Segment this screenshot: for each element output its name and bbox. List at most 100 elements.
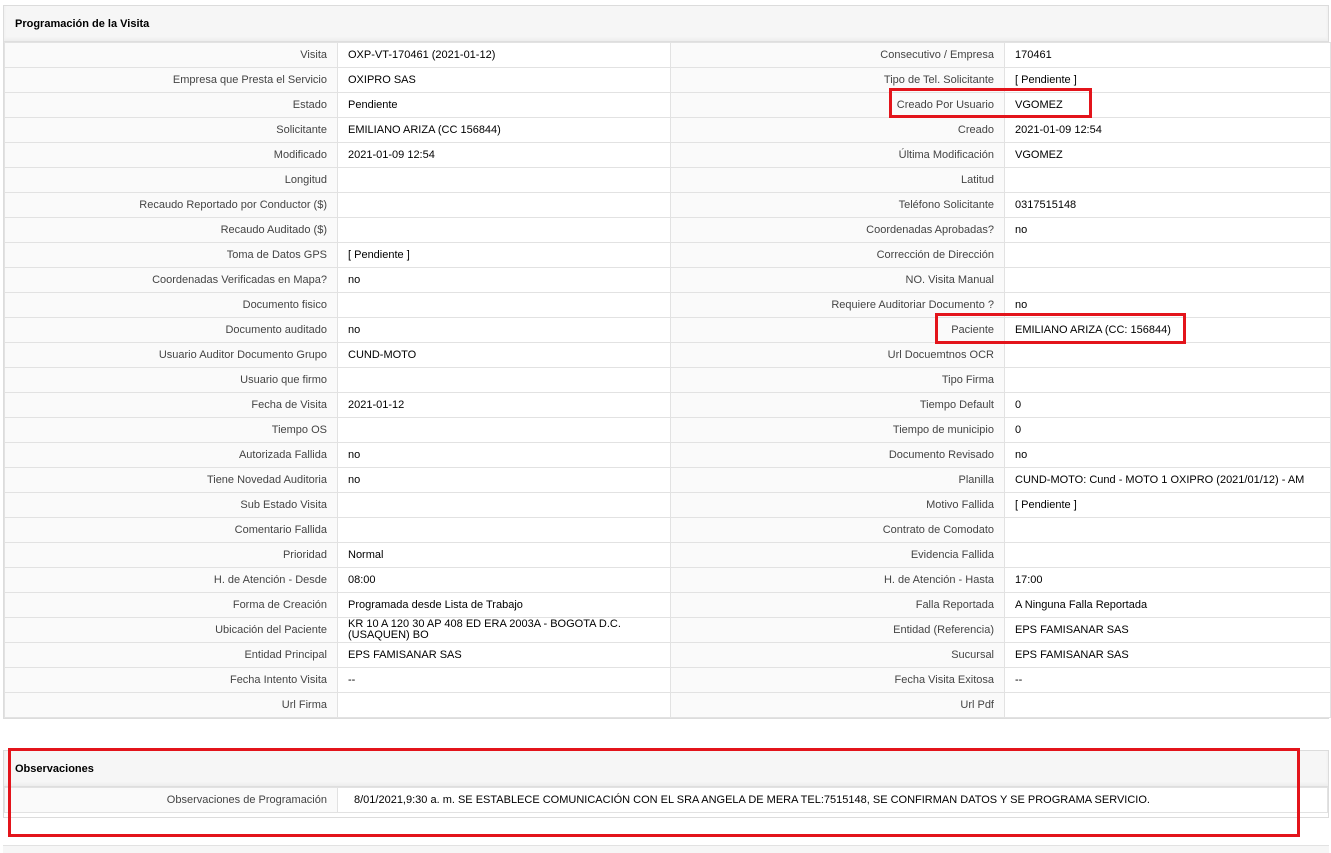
field-label: Url Docuemtnos OCR (670, 342, 1005, 368)
field-label: Evidencia Fallida (670, 542, 1005, 568)
field-label: Entidad (Referencia) (670, 617, 1005, 643)
field-value (337, 292, 671, 318)
table-row: Fecha de Visita 2021-01-12 Tiempo Default… (4, 392, 1331, 418)
field-value: VGOMEZ (1004, 92, 1331, 118)
field-label: Usuario Auditor Documento Grupo (4, 342, 338, 368)
field-label: Consecutivo / Empresa (670, 42, 1005, 68)
field-value: no (337, 317, 671, 343)
field-label: H. de Atención - Hasta (670, 567, 1005, 593)
observaciones-panel: Observaciones Observaciones de Programac… (3, 750, 1329, 818)
field-label: Documento fisico (4, 292, 338, 318)
field-value: no (337, 467, 671, 493)
field-label: Sucursal (670, 642, 1005, 668)
field-value: 0317515148 (1004, 192, 1331, 218)
field-label: Modificado (4, 142, 338, 168)
field-value: 08:00 (337, 567, 671, 593)
field-label: Longitud (4, 167, 338, 193)
field-value: VGOMEZ (1004, 142, 1331, 168)
field-value (1004, 367, 1331, 393)
field-label: Requiere Auditoriar Documento ? (670, 292, 1005, 318)
field-label: Autorizada Fallida (4, 442, 338, 468)
field-value: A Ninguna Falla Reportada (1004, 592, 1331, 618)
field-value: 8/01/2021,9:30 a. m. SE ESTABLECE COMUNI… (337, 787, 1328, 813)
field-value: EPS FAMISANAR SAS (337, 642, 671, 668)
field-value (1004, 342, 1331, 368)
field-label: Ubicación del Paciente (4, 617, 338, 643)
field-value: EMILIANO ARIZA (CC 156844) (337, 117, 671, 143)
field-value (1004, 267, 1331, 293)
table-row: Ubicación del Paciente KR 10 A 120 30 AP … (4, 617, 1331, 643)
field-label: Comentario Fallida (4, 517, 338, 543)
table-row: Recaudo Auditado ($) Coordenadas Aprobada… (4, 217, 1331, 243)
field-label: Coordenadas Aprobadas? (670, 217, 1005, 243)
table-row: Toma de Datos GPS[ Pendiente ] Corrección… (4, 242, 1331, 268)
field-label: Recaudo Reportado por Conductor ($) (4, 192, 338, 218)
table-row: Fecha Intento Visita -- Fecha Visita Exit… (4, 667, 1331, 693)
table-row: Recaudo Reportado por Conductor ($) Teléf… (4, 192, 1331, 218)
table-row: Coordenadas Verificadas en Mapa? no NO. V… (4, 267, 1331, 293)
field-value (337, 167, 671, 193)
field-value: [ Pendiente ] (337, 242, 671, 268)
field-value (337, 217, 671, 243)
field-value: 2021-01-09 12:54 (337, 142, 671, 168)
table-row: Modificado 2021-01-09 12:54 Última Modific… (4, 142, 1331, 168)
field-value: 0 (1004, 417, 1331, 443)
field-value: Programada desde Lista de Trabajo (337, 592, 671, 618)
table-row: Prioridad Normal Evidencia Fallida (4, 542, 1331, 568)
field-label: Tiempo OS (4, 417, 338, 443)
field-value: CUND-MOTO (337, 342, 671, 368)
table-row: Empresa que Presta el Servicio OXIPRO SAS… (4, 67, 1331, 93)
field-value: 170461 (1004, 42, 1331, 68)
table-row: Estado Pendiente Creado Por Usuario VGOMEZ (4, 92, 1331, 118)
field-label: Creado (670, 117, 1005, 143)
field-label: Fecha Intento Visita (4, 667, 338, 693)
field-label: Sub Estado Visita (4, 492, 338, 518)
section-title: Programación de la Visita (4, 6, 1328, 42)
table-row: Tiempo OS Tiempo de municipio 0 (4, 417, 1331, 443)
field-value: 17:00 (1004, 567, 1331, 593)
programacion-panel: Programación de la Visita Visita OXP-VT-1… (3, 5, 1331, 719)
field-value: -- (337, 667, 671, 693)
field-label: Usuario que firmo (4, 367, 338, 393)
table-row: Url Firma Url Pdf (4, 692, 1331, 718)
field-value (1004, 692, 1331, 718)
field-label: Motivo Fallida (670, 492, 1005, 518)
field-value: [ Pendiente ] (1004, 492, 1331, 518)
field-label: Visita (4, 42, 338, 68)
field-value (337, 692, 671, 718)
field-value: EPS FAMISANAR SAS (1004, 642, 1331, 668)
field-label: Url Firma (4, 692, 338, 718)
field-value: 2021-01-12 (337, 392, 671, 418)
field-label: Empresa que Presta el Servicio (4, 67, 338, 93)
table-row: Usuario que firmo Tipo Firma (4, 367, 1331, 393)
field-label: Paciente (670, 317, 1005, 343)
observaciones-table: Observaciones de Programación 8/01/2021,… (4, 787, 1328, 813)
table-row: Solicitante EMILIANO ARIZA (CC 156844) Cre… (4, 117, 1331, 143)
field-value (337, 417, 671, 443)
observaciones-title: Observaciones (4, 751, 1328, 787)
field-value: KR 10 A 120 30 AP 408 ED ERA 2003A - BOG… (337, 617, 671, 643)
field-label: Coordenadas Verificadas en Mapa? (4, 267, 338, 293)
field-label: Tiene Novedad Auditoria (4, 467, 338, 493)
field-label: Url Pdf (670, 692, 1005, 718)
field-label: Creado Por Usuario (670, 92, 1005, 118)
field-label: Entidad Principal (4, 642, 338, 668)
table-row: Usuario Auditor Documento Grupo CUND-MOTO… (4, 342, 1331, 368)
field-value (337, 192, 671, 218)
field-label: Corrección de Dirección (670, 242, 1005, 268)
field-value: EPS FAMISANAR SAS (1004, 617, 1331, 643)
field-label: Latitud (670, 167, 1005, 193)
table-row: Sub Estado Visita Motivo Fallida[ Pendien… (4, 492, 1331, 518)
table-row: Documento auditado no Paciente EMILIANO AR… (4, 317, 1331, 343)
field-value (337, 517, 671, 543)
field-label: Tiempo Default (670, 392, 1005, 418)
table-row: Observaciones de Programación 8/01/2021,… (4, 787, 1328, 813)
field-value (1004, 542, 1331, 568)
table-row: Forma de Creación Programada desde Lista … (4, 592, 1331, 618)
field-label: Prioridad (4, 542, 338, 568)
field-label: Observaciones de Programación (4, 787, 338, 813)
field-value (337, 367, 671, 393)
field-label: Documento Revisado (670, 442, 1005, 468)
table-row: Entidad Principal EPS FAMISANAR SAS Sucurs… (4, 642, 1331, 668)
field-label: Documento auditado (4, 317, 338, 343)
